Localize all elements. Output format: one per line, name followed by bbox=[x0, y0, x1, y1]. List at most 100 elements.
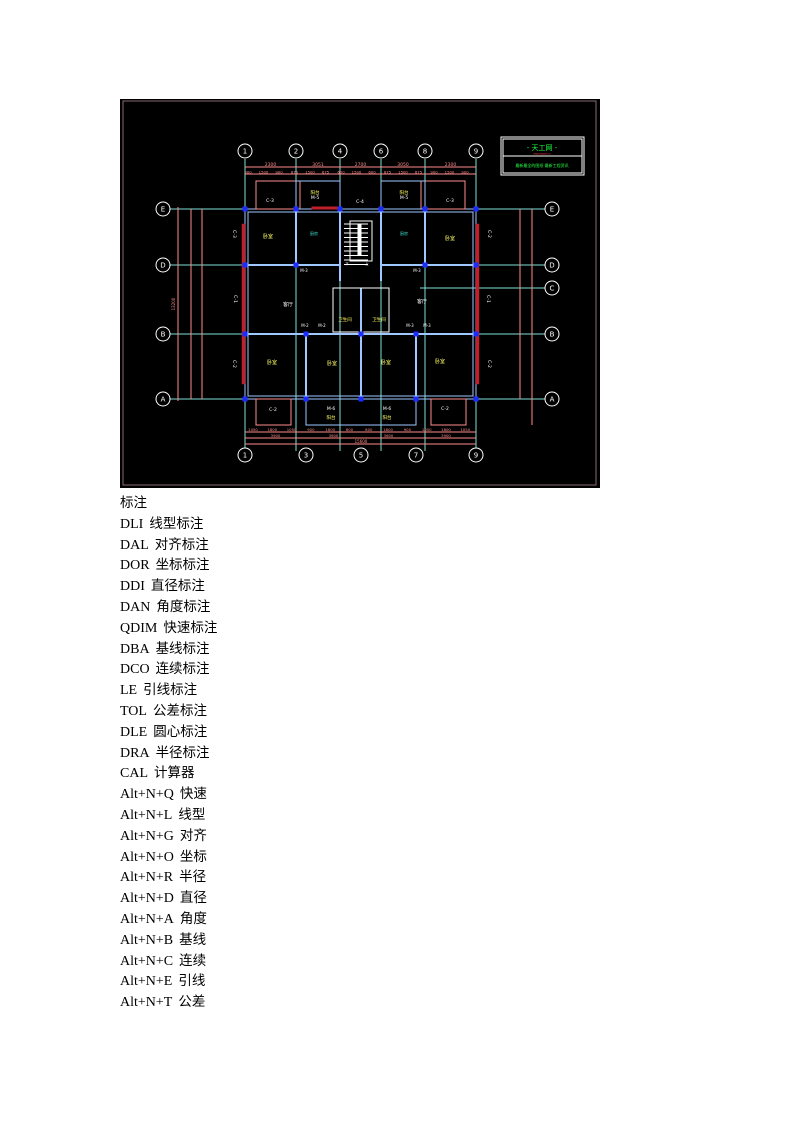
axis-label: A bbox=[550, 396, 555, 404]
axis-label: 9 bbox=[474, 452, 478, 460]
structural-column bbox=[293, 262, 299, 268]
command-shortcut: DLI bbox=[120, 516, 144, 532]
axis-label: 7 bbox=[414, 452, 418, 460]
command-description: 直径标注 bbox=[150, 578, 205, 595]
command-shortcut: DCO bbox=[120, 662, 150, 678]
section-heading: 标注 bbox=[120, 495, 147, 511]
room-label-living: 客厅 bbox=[417, 298, 427, 305]
dimension-label: 1800 bbox=[383, 427, 393, 432]
structural-column bbox=[303, 396, 309, 402]
axis-label: 5 bbox=[359, 452, 363, 460]
command-description: 对齐 bbox=[179, 827, 207, 844]
command-shortcut: DBA bbox=[120, 641, 150, 657]
dimension-label: 900 bbox=[404, 427, 412, 432]
axis-label: 6 bbox=[379, 148, 384, 156]
command-description: 基线标注 bbox=[155, 640, 210, 657]
window-tag: C-2 bbox=[486, 230, 492, 238]
dimension-label: 3900 bbox=[441, 433, 451, 438]
dimension-label: 900 bbox=[244, 170, 252, 175]
command-row: LE 引线标注 bbox=[120, 680, 217, 701]
window-tag: C-4 bbox=[356, 199, 364, 205]
axis-label: 8 bbox=[423, 148, 427, 156]
balcony-wall bbox=[305, 398, 417, 426]
command-description: 直径 bbox=[179, 890, 207, 907]
structural-column bbox=[337, 206, 343, 212]
command-shortcut: Alt+N+R bbox=[120, 870, 174, 886]
axis-label: A bbox=[161, 396, 166, 404]
structural-column bbox=[242, 262, 248, 268]
door-tag: M-3 bbox=[413, 268, 421, 273]
command-description: 圆心标注 bbox=[153, 723, 208, 740]
dimension-label: 3600 bbox=[384, 433, 394, 438]
command-shortcut: Alt+N+D bbox=[120, 891, 174, 907]
title-block-subtitle: 最新最全的图纸 最新工程资讯 bbox=[515, 162, 568, 168]
command-shortcut: CAL bbox=[120, 766, 148, 782]
structural-column bbox=[473, 331, 479, 337]
command-row: Alt+N+L 线型 bbox=[120, 805, 217, 826]
command-shortcut: TOL bbox=[120, 703, 147, 719]
dimension-label: 600 bbox=[368, 170, 376, 175]
command-shortcut: Alt+N+B bbox=[120, 932, 174, 948]
room-label-kitchen: 厨房 bbox=[400, 230, 408, 236]
command-description: 快速标注 bbox=[163, 619, 218, 636]
command-description: 引线标注 bbox=[143, 682, 198, 699]
command-shortcut: Alt+N+C bbox=[120, 953, 174, 969]
dimension-label: 600 bbox=[337, 170, 345, 175]
room-label-bathroom: 卫生间 bbox=[338, 316, 352, 323]
structural-column bbox=[293, 206, 299, 212]
command-row: Alt+N+G 对齐 bbox=[120, 826, 217, 847]
axis-label: C bbox=[550, 285, 555, 293]
command-row: CAL 计算器 bbox=[120, 763, 217, 784]
command-row: DRA 半径标注 bbox=[120, 743, 217, 764]
window-tag: C-2 bbox=[441, 406, 449, 412]
window-strip bbox=[241, 223, 246, 385]
command-row: DDI 直径标注 bbox=[120, 576, 217, 597]
structural-column bbox=[413, 331, 419, 337]
dimension-label: 1500 bbox=[305, 170, 315, 175]
structural-column bbox=[358, 331, 364, 337]
command-row: DLI 线型标注 bbox=[120, 514, 217, 535]
command-row: Alt+N+O 坐标 bbox=[120, 847, 217, 868]
command-row: DAN 角度标注 bbox=[120, 597, 217, 618]
window-tag: C-3 bbox=[266, 198, 274, 204]
axis-label: 9 bbox=[474, 148, 478, 156]
stair-handrail bbox=[357, 224, 362, 256]
axis-label: 1 bbox=[243, 148, 247, 156]
command-row: DAL 对齐标注 bbox=[120, 535, 217, 556]
command-shortcut: Alt+N+G bbox=[120, 828, 174, 844]
dimension-label: 675 bbox=[291, 170, 299, 175]
command-description: 基线 bbox=[179, 931, 207, 948]
dimension-label: 1050 bbox=[460, 427, 470, 432]
room-label-balcony: 阳台 bbox=[383, 414, 392, 421]
dimension-label: 900 bbox=[430, 170, 438, 175]
title-block-title: - 天工网 - bbox=[527, 144, 558, 152]
command-description: 半径标注 bbox=[155, 744, 210, 761]
door-tag: M-2 bbox=[318, 323, 326, 328]
structural-column bbox=[422, 262, 428, 268]
dimension-label: 2300 bbox=[265, 162, 277, 168]
window bbox=[311, 206, 341, 210]
command-shortcut: Alt+N+O bbox=[120, 849, 174, 865]
dimension-label: 13200 bbox=[171, 297, 176, 310]
dimension-label: 900 bbox=[275, 170, 283, 175]
command-row: Alt+N+A 角度 bbox=[120, 909, 217, 930]
command-description: 连续 bbox=[179, 952, 207, 969]
dimension-label: 1500 bbox=[445, 170, 455, 175]
room-label-bedroom: 卧室 bbox=[263, 233, 273, 240]
dimension-label: 1800 bbox=[325, 427, 335, 432]
command-list: 标注 DLI 线型标注 DAL 对齐标注 DOR 坐标标注 DDI 直径标注 DAN 角度标注 QD… bbox=[120, 493, 217, 1013]
command-row: Alt+N+T 公差 bbox=[120, 992, 217, 1013]
dimension-label: 675 bbox=[384, 170, 392, 175]
dimension-label: 3600 bbox=[329, 433, 339, 438]
command-shortcut: LE bbox=[120, 683, 138, 699]
floor-plan-drawing: 2300 3051 2700 3050 2300900 1500 900 675 1500 675… bbox=[122, 100, 597, 486]
door-tag: M-3 bbox=[423, 323, 431, 328]
dimension-label: 1800 bbox=[441, 427, 451, 432]
axis-label: 1 bbox=[243, 452, 247, 460]
door-tag: M-3 bbox=[406, 323, 414, 328]
command-description: 半径 bbox=[179, 869, 207, 886]
command-description: 坐标标注 bbox=[155, 557, 210, 574]
room-label-bedroom: 卧室 bbox=[445, 235, 455, 242]
structural-column bbox=[473, 396, 479, 402]
command-shortcut: Alt+N+Q bbox=[120, 787, 174, 803]
